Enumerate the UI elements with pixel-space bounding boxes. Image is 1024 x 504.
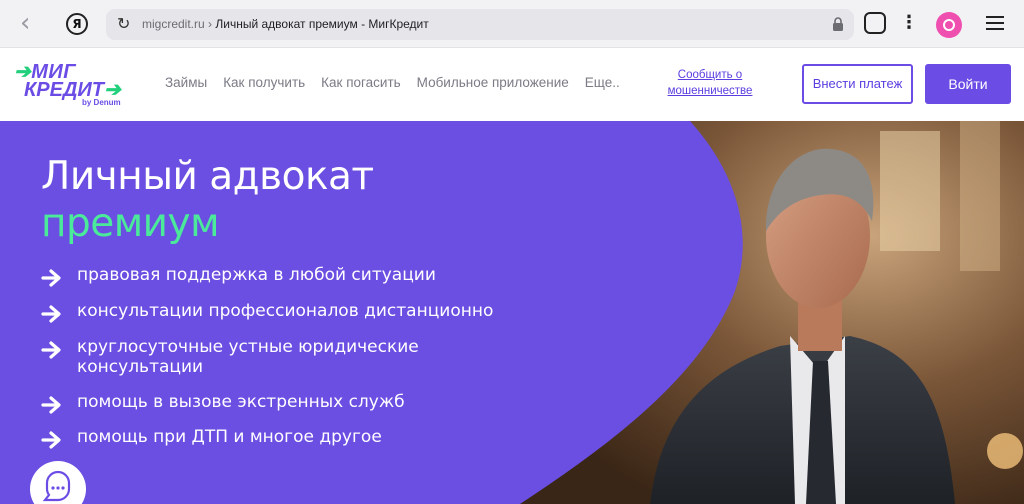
menu-icon[interactable] bbox=[986, 16, 1004, 30]
feature-text: круглосуточные устные юридические консул… bbox=[77, 337, 419, 377]
yandex-icon[interactable]: Я bbox=[66, 13, 88, 35]
feature-text: консультации профессионалов дистанционно bbox=[77, 301, 494, 321]
more-options-icon[interactable]: ⋮ bbox=[900, 12, 918, 36]
nav-item-how-to-get[interactable]: Как получить bbox=[223, 75, 305, 90]
feature-item: консультации профессионалов дистанционно bbox=[41, 301, 561, 323]
url-separator: › bbox=[204, 17, 216, 31]
url-page-title: Личный адвокат премиум - МигКредит bbox=[215, 17, 429, 31]
feature-item: помощь при ДТП и многое другое bbox=[41, 427, 561, 449]
report-fraud-link[interactable]: Сообщить о мошенничестве bbox=[664, 67, 756, 99]
hero-title: Личный адвокат bbox=[41, 154, 374, 199]
nav-item-more[interactable]: Еще.. bbox=[585, 75, 620, 90]
nav-item-mobile-app[interactable]: Мобильное приложение bbox=[417, 75, 569, 90]
make-payment-button[interactable]: Внести платеж bbox=[802, 64, 913, 104]
chat-button[interactable] bbox=[30, 461, 86, 504]
back-arrow-icon[interactable]: ‹ bbox=[20, 10, 44, 36]
arrow-right-icon bbox=[41, 341, 61, 359]
site-header: ➔МИГ КРЕДИТ➔ by Denum Займы Как получить… bbox=[0, 48, 1024, 121]
arrow-right-icon bbox=[41, 269, 61, 287]
reload-icon[interactable]: ↻ bbox=[117, 15, 135, 33]
nav-item-how-to-repay[interactable]: Как погасить bbox=[321, 75, 401, 90]
url-text: migcredit.ru › Личный адвокат премиум - … bbox=[142, 17, 429, 31]
arrow-right-icon bbox=[41, 431, 61, 449]
feature-text: правовая поддержка в любой ситуации bbox=[77, 265, 436, 285]
feature-item: помощь в вызове экстренных служб bbox=[41, 392, 561, 414]
feature-item: круглосуточные устные юридические консул… bbox=[41, 337, 481, 377]
address-bar[interactable]: ↻ migcredit.ru › Личный адвокат премиум … bbox=[106, 9, 854, 40]
logo-byline: by Denum bbox=[82, 98, 121, 107]
url-domain: migcredit.ru bbox=[142, 17, 205, 31]
hero-subtitle: премиум bbox=[41, 201, 220, 246]
main-nav: Займы Как получить Как погасить Мобильно… bbox=[165, 75, 636, 90]
lock-icon[interactable] bbox=[832, 17, 844, 31]
chat-bubble-icon bbox=[42, 470, 71, 502]
feature-text: помощь в вызове экстренных служб bbox=[77, 392, 405, 412]
arrow-right-icon bbox=[41, 305, 61, 323]
alice-assistant-icon[interactable] bbox=[936, 12, 962, 38]
migcredit-logo[interactable]: ➔МИГ КРЕДИТ➔ by Denum bbox=[14, 59, 129, 107]
reader-mode-icon[interactable] bbox=[864, 12, 886, 34]
nav-item-loans[interactable]: Займы bbox=[165, 75, 207, 90]
login-button[interactable]: Войти bbox=[925, 64, 1011, 104]
hero-banner: Личный адвокат премиум правовая поддержк… bbox=[0, 121, 1024, 504]
feature-item: правовая поддержка в любой ситуации bbox=[41, 265, 561, 287]
browser-toolbar: ‹ Я ↻ migcredit.ru › Личный адвокат прем… bbox=[0, 0, 1024, 48]
feature-text: помощь при ДТП и многое другое bbox=[77, 427, 382, 447]
arrow-right-icon bbox=[41, 396, 61, 414]
